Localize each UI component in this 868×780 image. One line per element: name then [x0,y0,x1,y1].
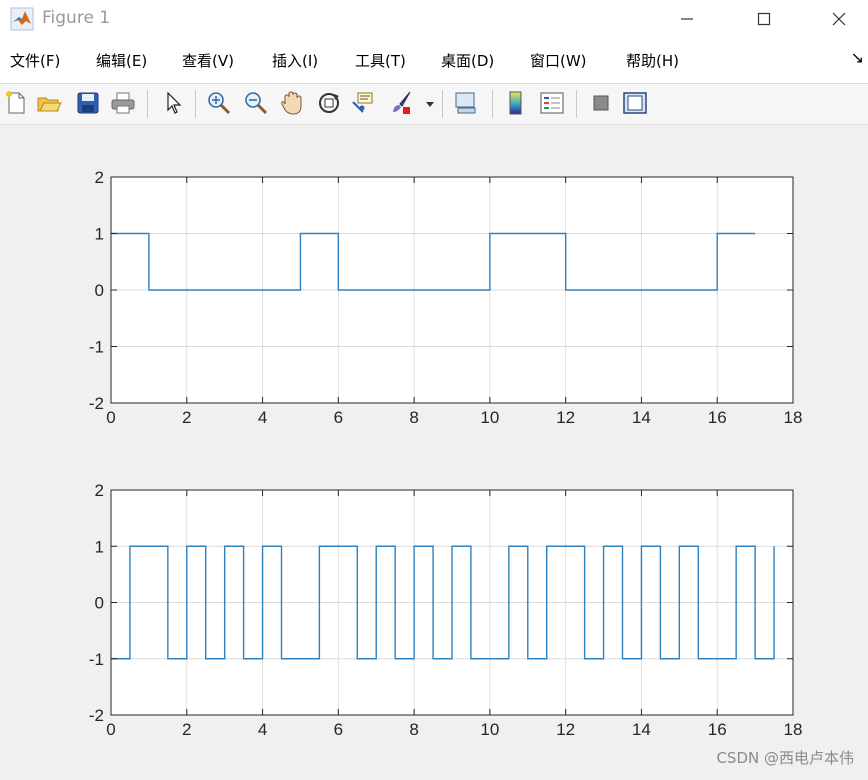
x-tick-label: 6 [334,408,343,427]
data-cursor-icon[interactable] [350,90,376,116]
y-tick-label: 1 [95,225,104,244]
y-tick-label: 2 [95,168,104,187]
x-tick-label: 2 [182,408,191,427]
matlab-logo-icon [10,7,34,31]
save-icon[interactable] [75,90,101,116]
x-tick-label: 8 [409,408,418,427]
maximize-button[interactable] [741,0,787,38]
menu-file[interactable]: 文件(F) [10,50,60,71]
menu-desktop[interactable]: 桌面(D) [441,50,494,71]
x-tick-label: 10 [480,408,499,427]
menu-overflow-arrow-icon[interactable]: ↘ [851,48,864,67]
zoom-in-icon[interactable] [206,90,232,116]
link-plot-icon[interactable] [453,90,479,116]
hide-plot-tools-icon[interactable] [588,90,614,116]
brush-icon[interactable] [388,90,414,116]
x-tick-label: 12 [556,408,575,427]
insert-colorbar-icon[interactable] [503,90,529,116]
open-file-icon[interactable] [36,90,62,116]
x-tick-label: 2 [182,720,191,739]
minimize-icon [681,18,693,20]
y-tick-label: -1 [89,338,104,357]
insert-legend-icon[interactable] [539,90,565,116]
window-title: Figure 1 [42,8,111,28]
toolbar-separator [195,90,196,118]
show-plot-tools-icon[interactable] [622,90,648,116]
title-bar: Figure 1 [0,0,868,38]
x-tick-label: 16 [708,408,727,427]
y-tick-label: 1 [95,537,104,556]
x-tick-label: 0 [106,408,115,427]
toolbar-separator [576,90,577,118]
new-figure-icon[interactable] [3,90,29,116]
y-tick-label: 0 [95,594,104,613]
brush-dropdown-icon[interactable] [424,90,436,116]
toolbar-separator [147,90,148,118]
x-tick-label: 16 [708,720,727,739]
x-tick-label: 14 [632,408,651,427]
pan-hand-icon[interactable] [279,90,305,116]
watermark-text: CSDN @西电卢本伟 [716,749,854,767]
toolbar-separator [442,90,443,118]
subplot-2: 0 2 4 6 8 10 12 14 16 18-2-1012 [89,481,803,739]
x-tick-label: 6 [334,720,343,739]
close-button[interactable] [816,0,862,38]
print-icon[interactable] [110,90,136,116]
toolbar-separator [492,90,493,118]
x-tick-label: 4 [258,720,267,739]
y-tick-label: 2 [95,481,104,500]
minimize-button[interactable] [664,0,710,38]
menu-help[interactable]: 帮助(H) [626,50,679,71]
x-tick-label: 0 [106,720,115,739]
x-tick-label: 10 [480,720,499,739]
maximize-icon [757,12,771,26]
menu-view[interactable]: 查看(V) [182,50,234,71]
menu-window[interactable]: 窗口(W) [530,50,587,71]
close-icon [832,12,846,26]
menu-edit[interactable]: 编辑(E) [96,50,147,71]
x-tick-label: 4 [258,408,267,427]
menu-bar: 文件(F) 编辑(E) 查看(V) 插入(I) 工具(T) 桌面(D) 窗口(W… [0,38,868,84]
x-tick-label: 14 [632,720,651,739]
y-tick-label: -2 [89,706,104,725]
figure-toolbar [0,84,868,125]
menu-tools[interactable]: 工具(T) [355,50,406,71]
subplot-1: 0 2 4 6 8 10 12 14 16 18-2-1012 [89,168,803,427]
x-tick-label: 18 [784,408,803,427]
edit-plot-cursor-icon[interactable] [160,90,186,116]
x-tick-label: 18 [784,720,803,739]
zoom-out-icon[interactable] [243,90,269,116]
plot-canvas: 0 2 4 6 8 10 12 14 16 18-2-10120 2 4 6 8 10 12 14 16 18-2-… [89,168,803,739]
y-tick-label: 0 [95,281,104,300]
figure-canvas: 0 2 4 6 8 10 12 14 16 18 -2 -1 0 1 2 0 2 4 6 8 10 12 14 16 18 -2-… [0,125,868,776]
menu-insert[interactable]: 插入(I) [272,50,318,71]
y-tick-label: -1 [89,650,104,669]
rotate-3d-icon[interactable] [316,90,342,116]
y-tick-label: -2 [89,394,104,413]
x-tick-label: 8 [409,720,418,739]
x-tick-label: 12 [556,720,575,739]
